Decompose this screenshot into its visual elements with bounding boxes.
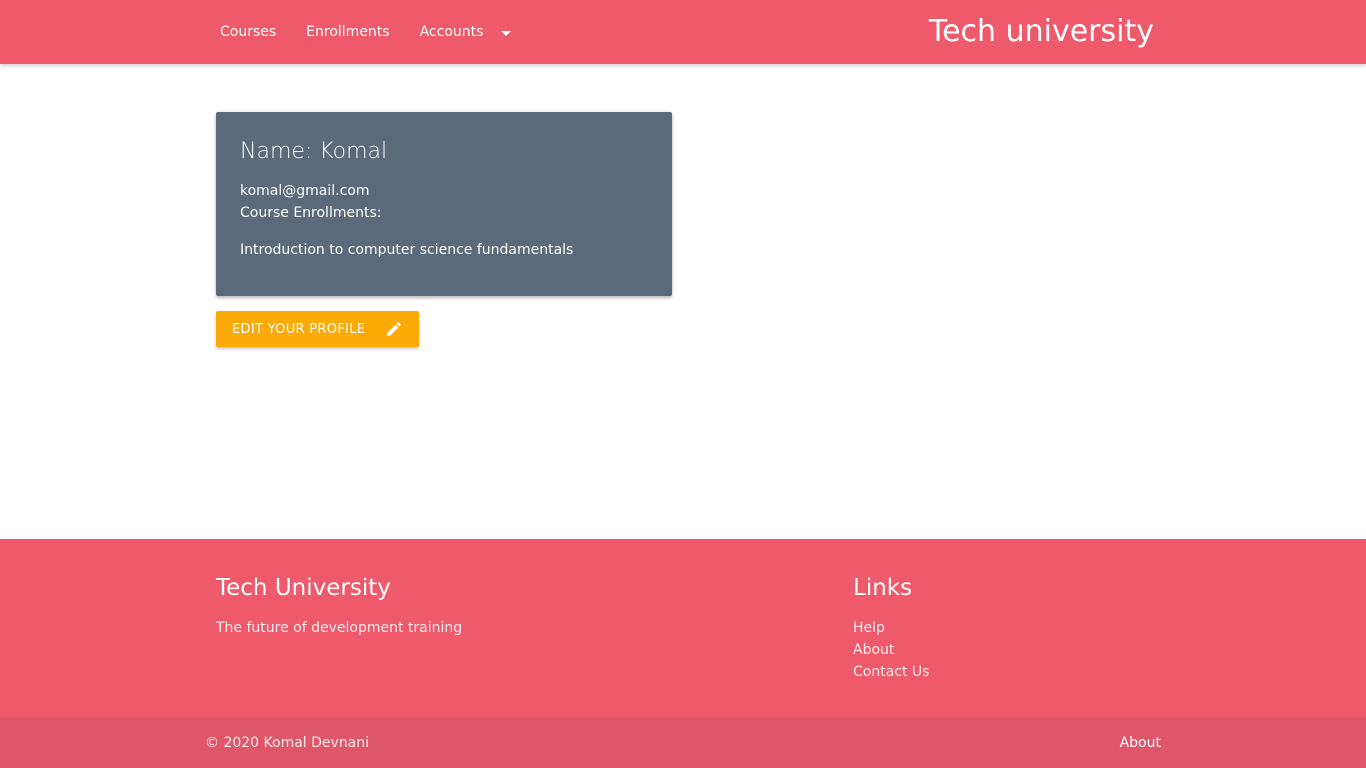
footer-link-about[interactable]: About: [853, 639, 929, 661]
nav-links: Courses Enrollments Accounts: [205, 0, 526, 64]
nav-link-courses[interactable]: Courses: [205, 0, 291, 64]
footer-links-column: Links Help About Contact Us: [853, 573, 929, 683]
enrollment-item: Introduction to computer science fundame…: [240, 242, 574, 258]
profile-email: komal@gmail.com: [240, 183, 370, 199]
enrollments-label: Course Enrollments:: [240, 205, 382, 221]
footer-tagline: The future of development training: [216, 620, 463, 636]
footer-copyright-bar: © 2020 Komal Devnani About: [0, 718, 1366, 768]
footer-about-column: Tech University The future of developmen…: [216, 573, 462, 639]
footer-link-contact[interactable]: Contact Us: [853, 661, 929, 683]
nav-link-accounts-dropdown[interactable]: Accounts: [405, 0, 527, 64]
nav-link-enrollments[interactable]: Enrollments: [291, 0, 404, 64]
footer-links-heading: Links: [853, 575, 913, 601]
footer-bottom-about-link[interactable]: About: [1120, 718, 1161, 768]
page-footer: Tech University The future of developmen…: [0, 539, 1366, 718]
caret-down-icon: [501, 30, 512, 36]
footer-link-help[interactable]: Help: [853, 617, 929, 639]
footer-title: Tech University: [216, 575, 391, 601]
nav-link-accounts-label: Accounts: [419, 24, 484, 40]
profile-card: Name: Komal komal@gmail.com Course Enrol…: [216, 112, 672, 296]
edit-profile-button[interactable]: EDIT YOUR PROFILE: [216, 311, 419, 347]
brand-logo[interactable]: Tech university: [929, 0, 1154, 64]
top-navbar: Courses Enrollments Accounts Tech univer…: [0, 0, 1366, 64]
profile-name: Name: Komal: [240, 139, 388, 164]
edit-profile-button-label: EDIT YOUR PROFILE: [232, 321, 366, 337]
copyright-text: © 2020 Komal Devnani: [205, 735, 370, 751]
pencil-icon: [385, 320, 403, 338]
